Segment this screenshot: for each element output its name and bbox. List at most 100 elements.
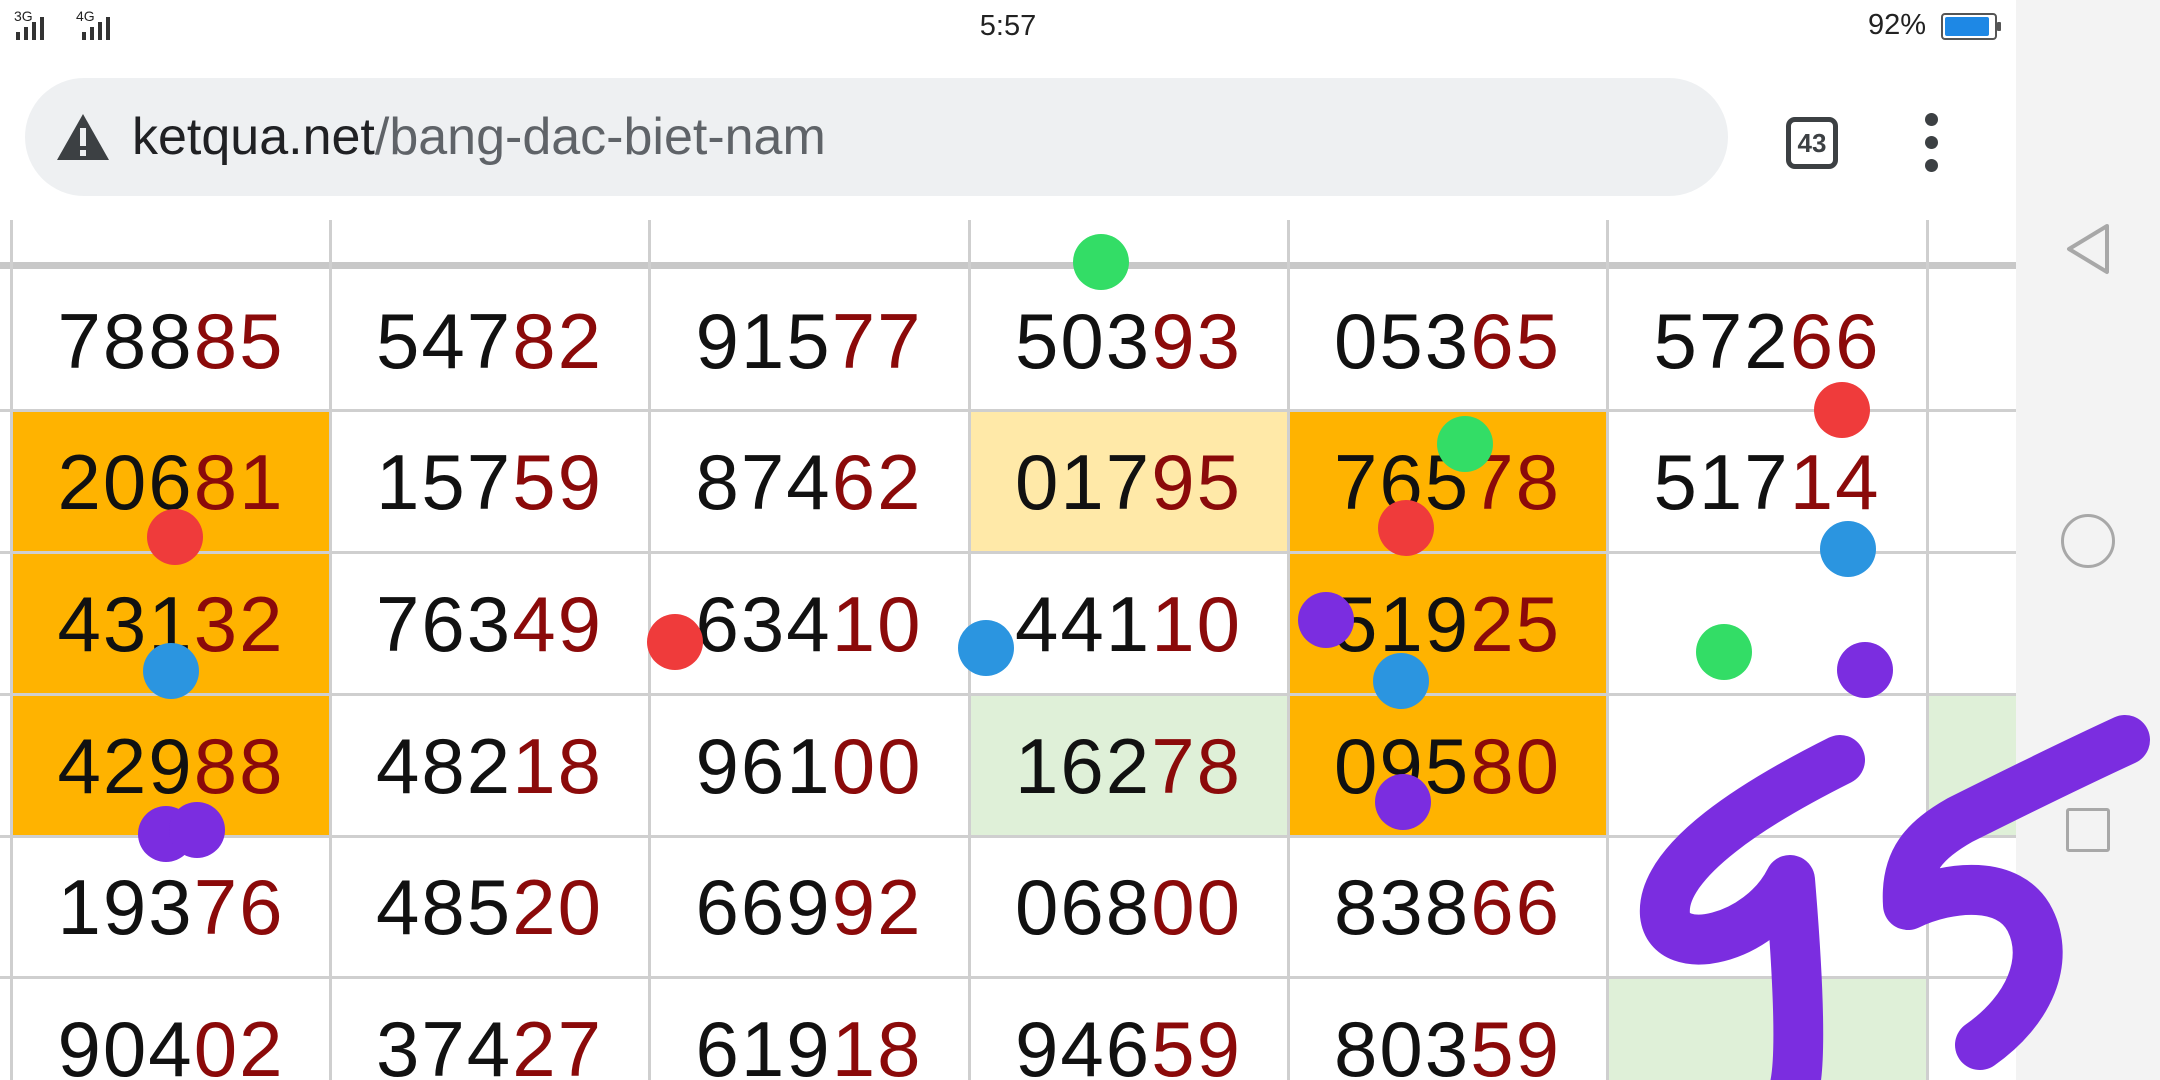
status-bar: 3G 4G 5:57 92%: [0, 0, 2016, 58]
cell-last-two-digits: 10: [1151, 579, 1242, 668]
tab-switcher-button[interactable]: 43: [1786, 117, 1838, 169]
url-path: /bang-dac-biet-nam: [374, 108, 826, 166]
clock: 5:57: [979, 10, 1037, 42]
cell-prefix-digits: 669: [695, 863, 832, 951]
cell-last-two-digits: 00: [831, 721, 923, 810]
battery-percent: 92%: [1868, 9, 1927, 41]
cell-last-two-digits: 02: [193, 1004, 285, 1080]
cell-last-two-digits: 80: [1470, 721, 1561, 810]
url-domain: ketqua.net: [132, 108, 375, 166]
column-divider: [1926, 220, 1929, 1080]
cell-prefix-digits: 157: [376, 437, 513, 526]
cell-prefix-digits: 634: [695, 579, 832, 668]
cell-last-two-digits: 27: [512, 1004, 603, 1080]
table-cell: 915 77: [649, 272, 969, 411]
battery-icon: [1941, 13, 2001, 40]
cell-last-two-digits: 85: [193, 297, 285, 385]
cell-prefix-digits: 572: [1653, 297, 1790, 385]
address-bar[interactable]: ketqua.net/bang-dac-biet-nam: [25, 78, 1728, 196]
header-separator: [0, 262, 2016, 269]
table-cell: 961 00: [649, 695, 969, 837]
cell-prefix-digits: 904: [57, 1004, 194, 1080]
column-divider: [10, 220, 13, 1080]
table-cell: 095 80: [1288, 695, 1607, 837]
column-divider: [648, 220, 651, 1080]
cell-prefix-digits: 765: [1334, 437, 1471, 526]
table-cell: [1927, 978, 2016, 1080]
special-prize-table[interactable]: 788 85 547 82 915 77 503 93 053 65 572 66 206 81 157 59…: [0, 220, 2016, 1080]
cell-prefix-digits: 482: [376, 721, 513, 810]
cell-prefix-digits: 431: [57, 579, 194, 668]
cell-last-two-digits: 20: [512, 863, 603, 951]
table-cell: 838 66: [1288, 837, 1607, 978]
table-cell: [1607, 553, 1927, 695]
table-cell: 053 65: [1288, 272, 1607, 411]
table-cell: 669 92: [649, 837, 969, 978]
cell-last-two-digits: 59: [1470, 1004, 1561, 1080]
cell-last-two-digits: 66: [1789, 297, 1881, 385]
cell-prefix-digits: 946: [1015, 1004, 1152, 1080]
cell-prefix-digits: 068: [1015, 863, 1152, 951]
cell-prefix-digits: 095: [1334, 721, 1471, 810]
cell-last-two-digits: 59: [1151, 1004, 1242, 1080]
recents-square-icon[interactable]: [2066, 808, 2110, 852]
table-cell: 946 59: [969, 978, 1288, 1080]
cell-last-two-digits: 65: [1470, 297, 1561, 385]
table-cell: [1927, 411, 2016, 553]
cell-last-two-digits: 18: [831, 1004, 923, 1080]
column-divider: [968, 220, 971, 1080]
row-divider: [0, 976, 2016, 979]
cell-prefix-digits: 429: [57, 721, 194, 810]
cell-prefix-digits: 017: [1015, 437, 1152, 526]
cell-last-two-digits: 78: [1151, 721, 1242, 810]
cell-prefix-digits: 193: [57, 863, 194, 951]
cell-last-two-digits: 59: [512, 437, 603, 526]
cell-prefix-digits: 763: [376, 579, 513, 668]
cell-prefix-digits: 619: [695, 1004, 832, 1080]
table-cell: [1607, 978, 1927, 1080]
cell-prefix-digits: 503: [1015, 297, 1152, 385]
battery-level-fill: [1945, 17, 1990, 36]
cell-prefix-digits: 874: [695, 437, 832, 526]
table-cell: 763 49: [330, 553, 649, 695]
cell-last-two-digits: 81: [193, 437, 285, 526]
cell-last-two-digits: 49: [512, 579, 603, 668]
table-cell: 206 81: [12, 411, 330, 553]
warning-icon[interactable]: [55, 112, 111, 167]
table-cell: [1607, 695, 1927, 837]
row-divider: [0, 693, 2016, 696]
table-cell: 162 78: [969, 695, 1288, 837]
cell-last-two-digits: 92: [831, 863, 923, 951]
url-text[interactable]: ketqua.net/bang-dac-biet-nam: [132, 78, 826, 196]
table-cell: [1927, 695, 2016, 837]
table-cell: [1927, 837, 2016, 978]
table-cell: 441 10: [969, 553, 1288, 695]
table-cell: 374 27: [330, 978, 649, 1080]
table-cell: 429 88: [12, 695, 330, 837]
cell-last-two-digits: 66: [1470, 863, 1561, 951]
back-triangle-icon[interactable]: [2063, 222, 2113, 281]
cell-last-two-digits: 18: [512, 721, 603, 810]
cell-prefix-digits: 206: [57, 437, 194, 526]
cell-prefix-digits: 547: [376, 297, 513, 385]
cell-prefix-digits: 162: [1015, 721, 1152, 810]
cell-last-two-digits: 93: [1151, 297, 1242, 385]
cell-prefix-digits: 374: [376, 1004, 513, 1080]
table-cell: 517 14: [1607, 411, 1927, 553]
cell-last-two-digits: 76: [193, 863, 285, 951]
cell-last-two-digits: 62: [831, 437, 923, 526]
cell-last-two-digits: 14: [1789, 437, 1881, 526]
cell-last-two-digits: 82: [512, 297, 603, 385]
cell-prefix-digits: 053: [1334, 297, 1471, 385]
browser-toolbar: ketqua.net/bang-dac-biet-nam 43: [0, 58, 2016, 220]
cell-last-two-digits: 25: [1470, 579, 1561, 668]
more-vert-icon[interactable]: [1923, 113, 1939, 173]
cell-prefix-digits: 915: [695, 297, 832, 385]
column-divider: [1287, 220, 1290, 1080]
cell-last-two-digits: 95: [1151, 437, 1242, 526]
home-circle-icon[interactable]: [2061, 514, 2115, 568]
table-grid: 788 85 547 82 915 77 503 93 053 65 572 66 206 81 157 59…: [0, 220, 2016, 1080]
cell-last-two-digits: 10: [831, 579, 923, 668]
table-cell: 017 95: [969, 411, 1288, 553]
column-divider: [1606, 220, 1609, 1080]
